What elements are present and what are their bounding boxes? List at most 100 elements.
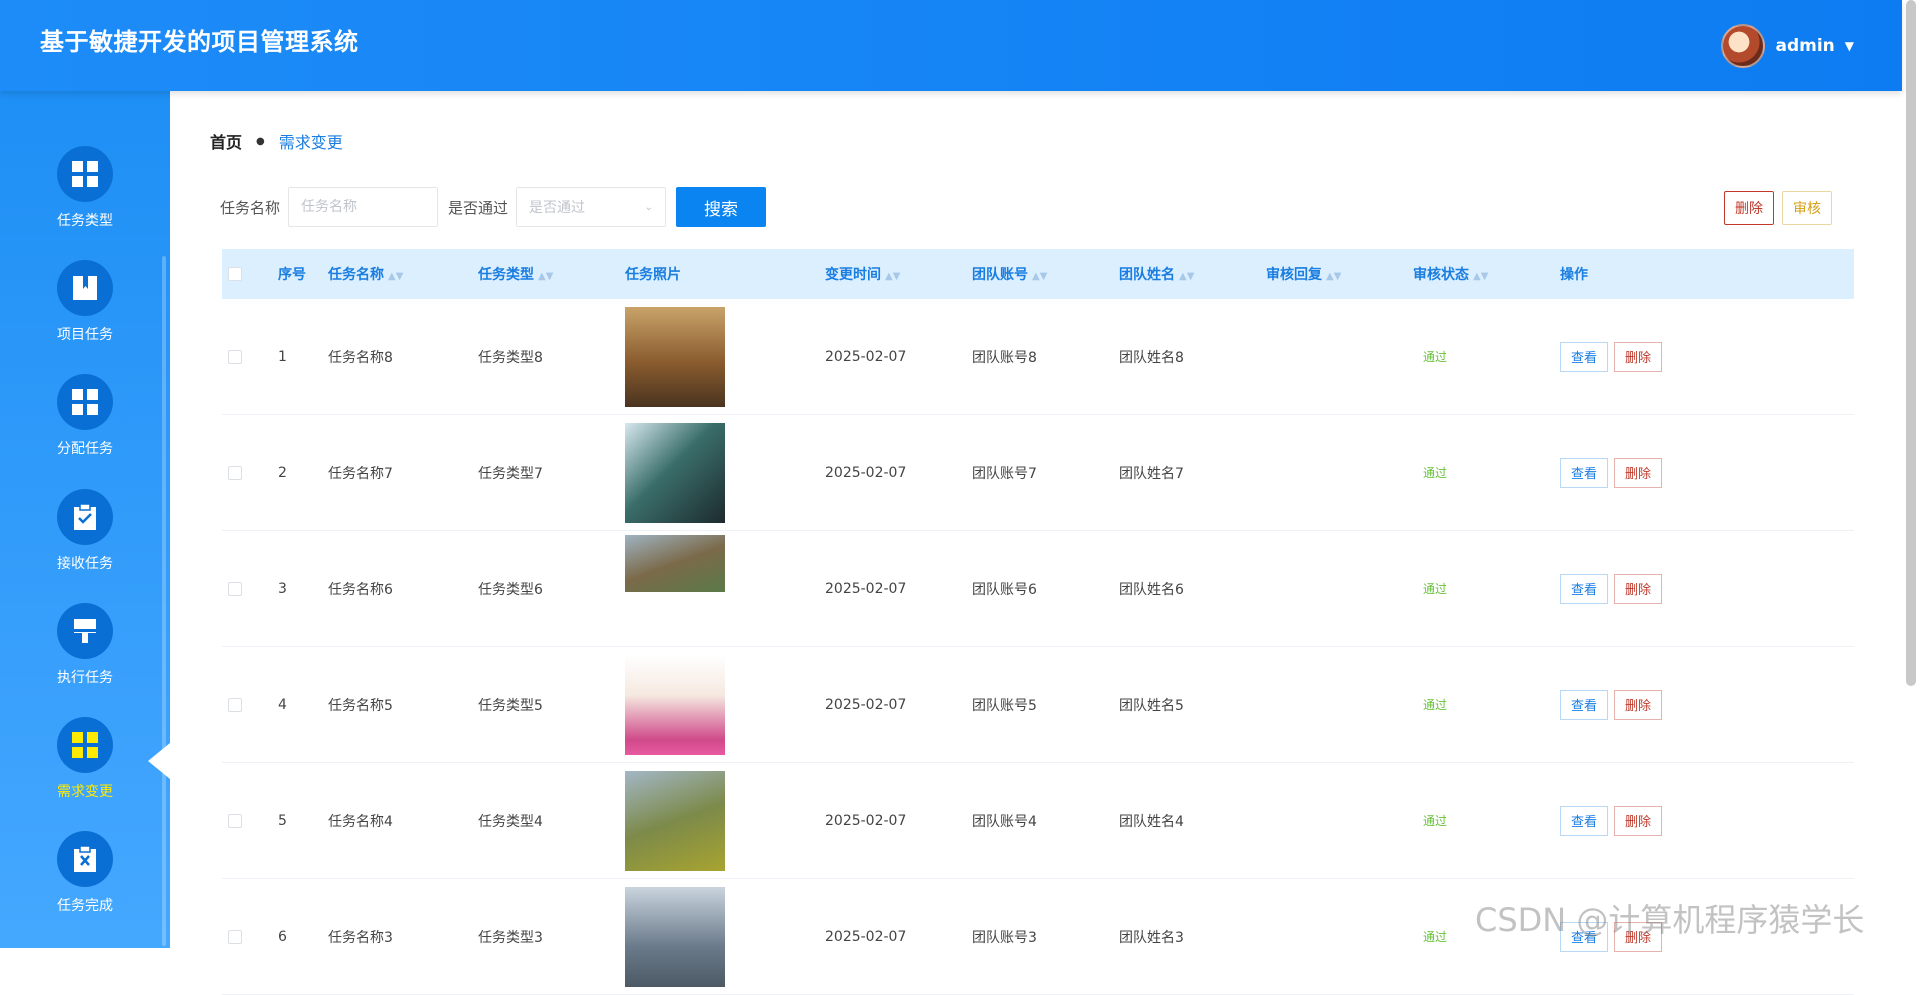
- sidebar-item-project-task[interactable]: 项目任务: [0, 260, 170, 360]
- pass-label: 是否通过: [448, 198, 509, 217]
- brush-icon: [57, 603, 113, 659]
- col-header: 变更时间: [825, 267, 881, 283]
- task-name-label: 任务名称: [220, 198, 281, 217]
- cell-team-name: 团队姓名7: [1119, 465, 1184, 482]
- caret-down-icon[interactable]: ▼: [1845, 39, 1854, 53]
- avatar[interactable]: [1721, 24, 1766, 68]
- col-header-sortable[interactable]: 变更时间 ▲▼: [825, 264, 972, 284]
- view-button[interactable]: 查看: [1560, 689, 1609, 720]
- col-header-sortable[interactable]: 审核状态 ▲▼: [1413, 264, 1560, 284]
- sidebar-item-execute-task[interactable]: 执行任务: [0, 603, 170, 703]
- user-name[interactable]: admin: [1775, 36, 1834, 56]
- task-photo[interactable]: [625, 770, 725, 871]
- sidebar: 任务类型 项目任务 分配任务 接收任务 执行任务 需求变更 任务完成: [0, 91, 170, 948]
- batch-audit-button[interactable]: 审核: [1782, 191, 1832, 225]
- page-scrollbar[interactable]: [1906, 0, 1916, 686]
- sidebar-item-task-complete[interactable]: 任务完成: [0, 831, 170, 931]
- sidebar-item-label: 分配任务: [57, 441, 113, 457]
- sort-icon[interactable]: ▲▼: [1032, 271, 1047, 282]
- sort-icon[interactable]: ▲▼: [1326, 271, 1341, 282]
- sidebar-item-assign-task[interactable]: 分配任务: [0, 374, 170, 474]
- row-checkbox[interactable]: [228, 349, 242, 364]
- task-name-input[interactable]: [288, 187, 439, 227]
- grid-icon: [57, 146, 113, 202]
- task-photo[interactable]: [625, 306, 725, 407]
- status-badge: 通过: [1423, 930, 1448, 944]
- cell-task-type: 任务类型4: [478, 813, 543, 830]
- cell-index: 4: [278, 696, 287, 713]
- delete-button[interactable]: 删除: [1614, 805, 1663, 836]
- sort-icon[interactable]: ▲▼: [1179, 271, 1194, 282]
- select-all-checkbox[interactable]: [228, 267, 242, 281]
- row-checkbox[interactable]: [228, 581, 242, 596]
- col-header-sortable[interactable]: 团队账号 ▲▼: [972, 264, 1119, 284]
- app-title: 基于敏捷开发的项目管理系统: [40, 28, 359, 56]
- table-header: 序号 任务名称 ▲▼ 任务类型 ▲▼ 任务照片 变更时间 ▲▼ 团队账号 ▲▼ 团队姓名…: [222, 249, 1854, 299]
- pass-select[interactable]: 是否通过 ⌄: [516, 187, 667, 227]
- cell-team-name: 团队姓名6: [1119, 581, 1184, 598]
- status-badge: 通过: [1423, 814, 1448, 828]
- sidebar-item-task-type[interactable]: 任务类型: [0, 146, 170, 246]
- cell-team-account: 团队账号6: [972, 581, 1037, 598]
- view-button[interactable]: 查看: [1560, 457, 1609, 488]
- view-button[interactable]: 查看: [1560, 341, 1609, 372]
- col-header: 任务类型: [478, 267, 534, 283]
- sidebar-item-receive-task[interactable]: 接收任务: [0, 489, 170, 589]
- data-table: 序号 任务名称 ▲▼ 任务类型 ▲▼ 任务照片 变更时间 ▲▼ 团队账号 ▲▼ 团队姓名…: [222, 249, 1854, 995]
- cell-task-name: 任务名称5: [328, 697, 393, 714]
- delete-button[interactable]: 删除: [1614, 457, 1663, 488]
- row-checkbox[interactable]: [228, 465, 242, 480]
- cell-team-account: 团队账号4: [972, 813, 1037, 830]
- table-row: 1 任务名称8 任务类型8 2025-02-07 团队账号8 团队姓名8 通过 …: [222, 299, 1854, 415]
- col-header-sortable[interactable]: 任务类型 ▲▼: [478, 264, 625, 284]
- view-button[interactable]: 查看: [1560, 805, 1609, 836]
- col-header: 任务照片: [625, 267, 681, 283]
- search-button[interactable]: 搜索: [676, 187, 767, 227]
- cell-task-name: 任务名称7: [328, 465, 393, 482]
- sidebar-item-label: 接收任务: [57, 556, 113, 572]
- sidebar-item-requirement-change[interactable]: 需求变更: [0, 717, 170, 817]
- cell-change-time: 2025-02-07: [825, 348, 907, 365]
- clipboard-check-icon: [57, 489, 113, 545]
- task-photo[interactable]: [625, 422, 725, 523]
- cell-task-name: 任务名称4: [328, 813, 393, 830]
- cell-index: 1: [278, 348, 287, 365]
- row-checkbox[interactable]: [228, 813, 242, 828]
- cell-task-type: 任务类型5: [478, 697, 543, 714]
- breadcrumb-home[interactable]: 首页: [210, 129, 242, 153]
- clipboard-x-icon: [57, 831, 113, 887]
- row-checkbox[interactable]: [228, 697, 242, 712]
- cell-index: 2: [278, 464, 287, 481]
- cell-index: 6: [278, 928, 287, 945]
- batch-delete-button[interactable]: 删除: [1724, 191, 1774, 225]
- col-header-sortable[interactable]: 审核回复 ▲▼: [1266, 264, 1413, 284]
- sort-icon[interactable]: ▲▼: [538, 271, 553, 282]
- delete-button[interactable]: 删除: [1614, 689, 1663, 720]
- cell-change-time: 2025-02-07: [825, 812, 907, 829]
- cell-team-name: 团队姓名5: [1119, 697, 1184, 714]
- col-header: 审核回复: [1266, 267, 1322, 283]
- sort-icon[interactable]: ▲▼: [1473, 271, 1488, 282]
- sort-icon[interactable]: ▲▼: [885, 271, 900, 282]
- row-checkbox[interactable]: [228, 929, 242, 944]
- col-header: 序号: [278, 267, 306, 283]
- cell-change-time: 2025-02-07: [825, 696, 907, 713]
- cell-team-account: 团队账号5: [972, 697, 1037, 714]
- task-photo[interactable]: [625, 886, 725, 987]
- cell-change-time: 2025-02-07: [825, 464, 907, 481]
- cell-change-time: 2025-02-07: [825, 928, 907, 945]
- sort-icon[interactable]: ▲▼: [388, 271, 403, 282]
- task-photo[interactable]: [625, 654, 725, 755]
- delete-button[interactable]: 删除: [1614, 573, 1663, 604]
- col-header-sortable[interactable]: 团队姓名 ▲▼: [1119, 264, 1266, 284]
- sidebar-item-label: 需求变更: [57, 784, 113, 800]
- watermark: CSDN @计算机程序猿学长: [1475, 901, 1865, 939]
- user-menu[interactable]: admin ▼: [1721, 24, 1854, 68]
- task-photo[interactable]: [625, 535, 725, 592]
- cell-team-account: 团队账号3: [972, 929, 1037, 946]
- delete-button[interactable]: 删除: [1614, 341, 1663, 372]
- cell-task-type: 任务类型7: [478, 465, 543, 482]
- breadcrumb-current: 需求变更: [278, 133, 343, 152]
- col-header-sortable[interactable]: 任务名称 ▲▼: [328, 264, 478, 284]
- view-button[interactable]: 查看: [1560, 573, 1609, 604]
